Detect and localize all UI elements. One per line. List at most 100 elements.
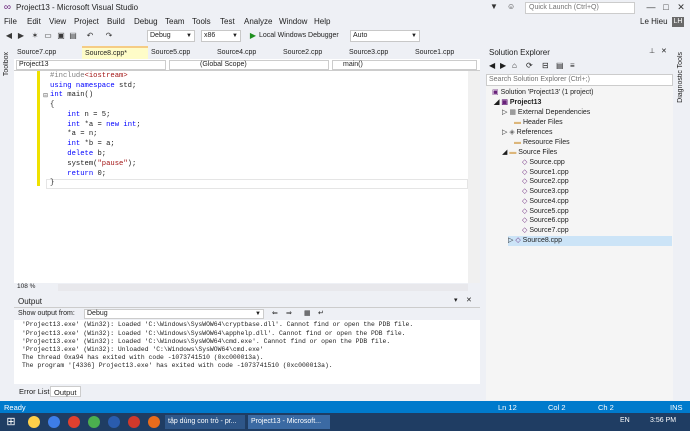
menu-tools[interactable]: Tools xyxy=(192,17,211,26)
browser-icon[interactable] xyxy=(48,416,60,428)
sync-icon[interactable]: ⟳ xyxy=(526,61,533,70)
word-wrap-icon[interactable]: ↵ xyxy=(318,309,324,317)
tab-source2[interactable]: Source2.cpp xyxy=(280,46,346,59)
user-avatar-icon[interactable]: LH xyxy=(672,17,684,27)
clear-all-icon[interactable]: ▦ xyxy=(304,309,311,317)
code-line-3[interactable]: int main() xyxy=(50,91,93,101)
word-icon[interactable] xyxy=(108,416,120,428)
menu-build[interactable]: Build xyxy=(107,17,125,26)
tree-file[interactable]: ◇ Source4.cpp xyxy=(522,197,569,207)
code-line-4[interactable]: { xyxy=(50,101,54,111)
save-all-icon[interactable]: ▤ xyxy=(68,31,78,41)
app-icon[interactable] xyxy=(88,416,100,428)
tree-folder[interactable]: ◢ ▬ Source Files xyxy=(502,148,557,158)
tree-file[interactable]: ◇ Source3.cpp xyxy=(522,187,569,197)
member-select[interactable]: main() xyxy=(332,60,477,70)
quick-launch-input[interactable]: Quick Launch (Ctrl+Q) xyxy=(525,2,635,14)
properties-icon[interactable]: ≡ xyxy=(570,61,575,70)
chrome-icon[interactable] xyxy=(68,416,80,428)
feedback-icon[interactable]: ☺ xyxy=(507,2,515,11)
tree-solution[interactable]: ▣ Solution 'Project13' (1 project) xyxy=(492,88,594,98)
pin-icon[interactable]: ⊥ xyxy=(649,47,655,55)
next-message-icon[interactable]: ⇒ xyxy=(286,309,292,317)
redo-icon[interactable]: ↷ xyxy=(104,31,114,41)
code-line-9[interactable]: delete b; xyxy=(50,150,106,160)
language-indicator[interactable]: EN xyxy=(620,417,630,424)
tab-output[interactable]: Output xyxy=(50,386,81,397)
new-project-icon[interactable]: ✶ xyxy=(30,31,40,41)
home-icon[interactable]: ⌂ xyxy=(512,61,517,70)
scope-select[interactable]: (Global Scope) xyxy=(169,60,329,70)
tree-project[interactable]: ◢ ▣ Project13 xyxy=(494,98,541,108)
project-select[interactable]: Project13 xyxy=(16,60,166,70)
pin-icon[interactable]: ▾ xyxy=(454,296,458,304)
debug-mode-select[interactable]: Auto ▼ xyxy=(350,30,420,42)
menu-debug[interactable]: Debug xyxy=(134,17,158,26)
file-explorer-icon[interactable] xyxy=(28,416,40,428)
code-line-7[interactable]: *a = n; xyxy=(50,130,97,140)
tree-file[interactable]: ◇ Source2.cpp xyxy=(522,177,569,187)
editor-vertical-scrollbar[interactable] xyxy=(468,71,480,283)
tab-source1[interactable]: Source1.cpp xyxy=(412,46,472,59)
tree-folder[interactable]: ▷ ▦ External Dependencies xyxy=(502,108,590,118)
start-icon[interactable]: ⊞ xyxy=(4,415,18,429)
forward-icon[interactable]: ▶ xyxy=(500,61,506,70)
solution-platform-select[interactable]: x86 ▼ xyxy=(201,30,241,42)
forward-icon[interactable]: ▶ xyxy=(16,31,26,41)
menu-file[interactable]: File xyxy=(4,17,17,26)
menu-team[interactable]: Team xyxy=(165,17,185,26)
close-button[interactable]: ✕ xyxy=(670,0,690,14)
toolbox-tab[interactable]: Toolbox xyxy=(3,52,10,76)
open-file-icon[interactable]: ▭ xyxy=(43,31,53,41)
user-name[interactable]: Le Hieu xyxy=(640,17,668,26)
tree-file[interactable]: ▷ ◇ Source8.cpp xyxy=(508,236,672,246)
find-message-icon[interactable]: ⇐ xyxy=(272,309,278,317)
menu-analyze[interactable]: Analyze xyxy=(244,17,272,26)
powerpoint-icon[interactable] xyxy=(128,416,140,428)
back-icon[interactable]: ◀ xyxy=(489,61,495,70)
tree-folder[interactable]: ▬ Header Files xyxy=(514,118,563,128)
show-all-files-icon[interactable]: ▤ xyxy=(556,61,564,70)
tree-folder[interactable]: ▬ Resource Files xyxy=(514,138,570,148)
tab-source3[interactable]: Source3.cpp xyxy=(346,46,412,59)
close-icon[interactable]: ✕ xyxy=(466,296,472,304)
tree-file[interactable]: ◇ Source7.cpp xyxy=(522,226,569,236)
diagnostic-tools-strip[interactable]: Diagnostic Tools xyxy=(673,46,690,402)
code-line-12[interactable]: } xyxy=(50,179,54,189)
collapse-all-icon[interactable]: ⊟ xyxy=(542,61,549,70)
code-line-10[interactable]: system("pause"); xyxy=(50,160,136,170)
notifications-icon[interactable]: ▼ xyxy=(490,2,498,11)
editor-horizontal-scrollbar[interactable] xyxy=(58,284,468,291)
tab-source5[interactable]: Source5.cpp xyxy=(148,46,214,59)
tree-file[interactable]: ◇ Source.cpp xyxy=(522,158,565,168)
output-source-select[interactable]: Debug ▼ xyxy=(84,309,264,319)
code-line-5[interactable]: int n = 5; xyxy=(50,111,110,121)
menu-help[interactable]: Help xyxy=(314,17,330,26)
save-icon[interactable]: ▣ xyxy=(56,31,66,41)
tree-folder[interactable]: ▷ ◈ References xyxy=(502,128,552,138)
close-icon[interactable]: ✕ xyxy=(661,47,667,55)
code-line-11[interactable]: return 0; xyxy=(50,170,106,180)
zoom-level[interactable]: 108 % xyxy=(17,283,35,290)
taskbar-item-vs[interactable]: Project13 - Microsoft... xyxy=(248,415,330,429)
tree-file[interactable]: ◇ Source6.cpp xyxy=(522,216,569,226)
run-button-label[interactable]: Local Windows Debugger xyxy=(259,32,339,39)
menu-test[interactable]: Test xyxy=(220,17,235,26)
menu-view[interactable]: View xyxy=(49,17,66,26)
solution-config-select[interactable]: Debug ▼ xyxy=(147,30,195,42)
toolbox-strip[interactable]: Toolbox xyxy=(0,46,14,402)
collapse-toggle-icon[interactable]: ⊟ xyxy=(43,92,48,99)
menu-edit[interactable]: Edit xyxy=(27,17,41,26)
code-line-1[interactable]: #include<iostream> xyxy=(50,72,128,82)
clock[interactable]: 3:56 PM xyxy=(650,417,676,424)
diagnostic-tools-tab[interactable]: Diagnostic Tools xyxy=(677,52,684,103)
firefox-icon[interactable] xyxy=(148,416,160,428)
undo-icon[interactable]: ↶ xyxy=(85,31,95,41)
menu-project[interactable]: Project xyxy=(74,17,99,26)
start-debug-icon[interactable]: ▶ xyxy=(248,31,258,41)
code-line-8[interactable]: int *b = a; xyxy=(50,140,114,150)
tab-source4[interactable]: Source4.cpp xyxy=(214,46,280,59)
menu-window[interactable]: Window xyxy=(279,17,307,26)
solution-search-input[interactable]: Search Solution Explorer (Ctrl+;) xyxy=(486,74,673,86)
tab-source7[interactable]: Source7.cpp xyxy=(14,46,82,59)
